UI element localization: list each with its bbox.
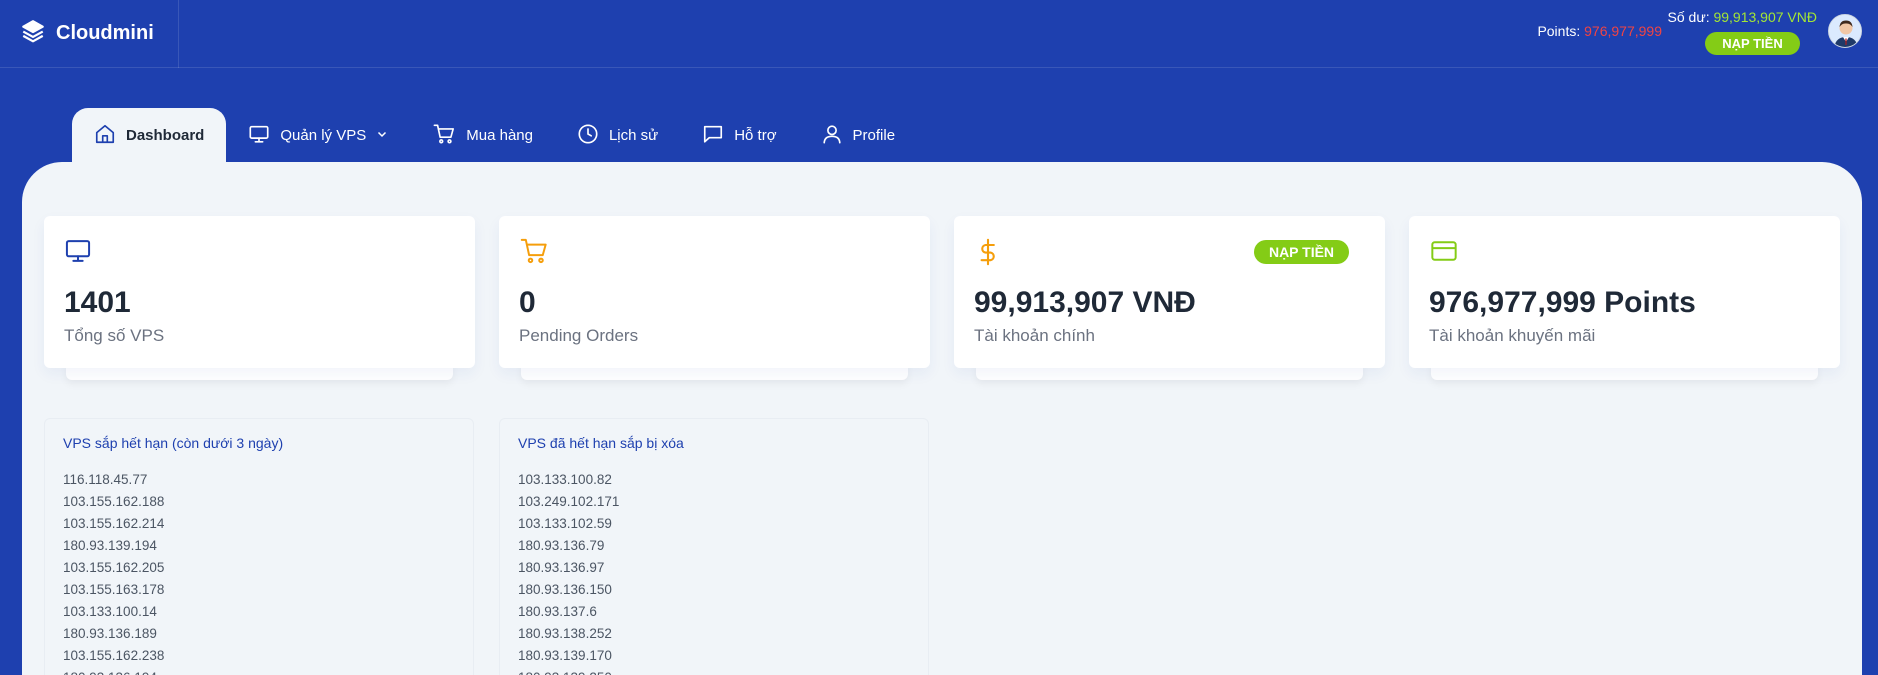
points-value: 976,977,999 bbox=[1584, 23, 1662, 39]
list-item[interactable]: 180.93.136.97 bbox=[518, 557, 619, 579]
list-item[interactable]: 103.155.162.188 bbox=[63, 491, 164, 513]
expiring-vps-panel: VPS sắp hết hạn (còn dưới 3 ngày) 116.11… bbox=[44, 418, 474, 675]
nav-label: Profile bbox=[852, 127, 896, 144]
top-bar: Cloudmini Points: 976,977,999 Số dư: 99,… bbox=[0, 0, 1878, 68]
stat-card-promo-account: 976,977,999 Points Tài khoản khuyến mãi bbox=[1409, 216, 1840, 368]
stat-value: 0 bbox=[519, 286, 536, 319]
stat-value: 1401 bbox=[64, 286, 131, 319]
topup-button[interactable]: NẠP TIỀN bbox=[1705, 32, 1800, 55]
stat-label: Tổng số VPS bbox=[64, 326, 165, 345]
stat-card-main-account: NẠP TIỀN 99,913,907 VNĐ Tài khoản chính bbox=[954, 216, 1385, 368]
list-item[interactable]: 180.93.137.6 bbox=[518, 601, 619, 623]
stat-label: Tài khoản khuyến mãi bbox=[1429, 326, 1596, 345]
chevron-down-icon bbox=[376, 127, 388, 144]
stat-card-pending-orders: 0 Pending Orders bbox=[499, 216, 930, 368]
home-icon bbox=[94, 123, 116, 149]
list-item[interactable]: 103.155.162.205 bbox=[63, 557, 164, 579]
list-item[interactable]: 103.133.102.59 bbox=[518, 513, 619, 535]
points-label: Points: bbox=[1537, 23, 1581, 39]
dollar-icon bbox=[974, 237, 1002, 272]
ip-list: 103.133.100.82 103.249.102.171 103.133.1… bbox=[518, 469, 619, 675]
list-item[interactable]: 180.93.136.194 bbox=[63, 667, 164, 675]
list-item[interactable]: 103.155.162.238 bbox=[63, 645, 164, 667]
cart-icon bbox=[519, 237, 549, 270]
brand-name: Cloudmini bbox=[56, 21, 154, 44]
list-item[interactable]: 103.133.100.82 bbox=[518, 469, 619, 491]
divider bbox=[178, 0, 179, 68]
balance-label: Số dư: bbox=[1667, 9, 1710, 25]
list-item[interactable]: 180.93.136.79 bbox=[518, 535, 619, 557]
nav-profile[interactable]: Profile bbox=[799, 108, 918, 163]
user-icon bbox=[821, 123, 843, 149]
nav-dashboard[interactable]: Dashboard bbox=[72, 108, 227, 163]
nav-vps-management[interactable]: Quản lý VPS bbox=[226, 108, 410, 163]
expired-vps-panel: VPS đã hết hạn sắp bị xóa 103.133.100.82… bbox=[499, 418, 929, 675]
list-item[interactable]: 103.155.163.178 bbox=[63, 579, 164, 601]
balance-display: Số dư: 99,913,907 VNĐ bbox=[1668, 9, 1817, 25]
list-item[interactable]: 180.93.139.194 bbox=[63, 535, 164, 557]
list-item[interactable]: 180.93.136.189 bbox=[63, 623, 164, 645]
layers-icon bbox=[20, 18, 46, 49]
list-item[interactable]: 180.93.139.170 bbox=[518, 645, 619, 667]
balance-value: 99,913,907 VNĐ bbox=[1713, 9, 1817, 25]
stat-label: Tài khoản chính bbox=[974, 326, 1095, 345]
list-item[interactable]: 103.155.162.214 bbox=[63, 513, 164, 535]
stat-value: 99,913,907 VNĐ bbox=[974, 286, 1196, 319]
nav-history[interactable]: Lịch sử bbox=[555, 108, 680, 163]
nav-support[interactable]: Hỗ trợ bbox=[680, 108, 798, 163]
nav-label: Quản lý VPS bbox=[280, 127, 367, 144]
nav-label: Lịch sử bbox=[608, 127, 659, 144]
nav-shopping[interactable]: Mua hàng bbox=[410, 108, 555, 163]
list-item[interactable]: 180.93.139.250 bbox=[518, 667, 619, 675]
chat-icon bbox=[702, 123, 724, 149]
cart-icon bbox=[432, 123, 456, 149]
stat-label: Pending Orders bbox=[519, 326, 639, 345]
nav-label: Hỗ trợ bbox=[734, 127, 777, 144]
nav-label: Mua hàng bbox=[466, 127, 533, 144]
list-item[interactable]: 180.93.138.252 bbox=[518, 623, 619, 645]
brand[interactable]: Cloudmini bbox=[20, 18, 154, 48]
panel-title: VPS sắp hết hạn (còn dưới 3 ngày) bbox=[63, 435, 284, 451]
list-item[interactable]: 116.118.45.77 bbox=[63, 469, 164, 491]
monitor-icon bbox=[248, 123, 270, 149]
stat-card-total-vps: 1401 Tổng số VPS bbox=[44, 216, 475, 368]
stat-value: 976,977,999 Points bbox=[1429, 286, 1696, 319]
topup-button[interactable]: NẠP TIỀN bbox=[1254, 240, 1349, 264]
points-display: Points: 976,977,999 bbox=[1537, 23, 1662, 39]
list-item[interactable]: 103.249.102.171 bbox=[518, 491, 619, 513]
panel-title: VPS đã hết hạn sắp bị xóa bbox=[518, 435, 684, 451]
nav-label: Dashboard bbox=[126, 127, 205, 144]
list-item[interactable]: 180.93.136.150 bbox=[518, 579, 619, 601]
avatar[interactable] bbox=[1828, 14, 1862, 48]
monitor-icon bbox=[64, 237, 92, 270]
list-item[interactable]: 103.133.100.14 bbox=[63, 601, 164, 623]
ip-list: 116.118.45.77 103.155.162.188 103.155.16… bbox=[63, 469, 164, 675]
main-nav: Dashboard Quản lý VPS Mua hàng Lịch sử H… bbox=[72, 108, 917, 163]
credit-card-icon bbox=[1429, 237, 1459, 270]
clock-icon bbox=[577, 123, 599, 149]
